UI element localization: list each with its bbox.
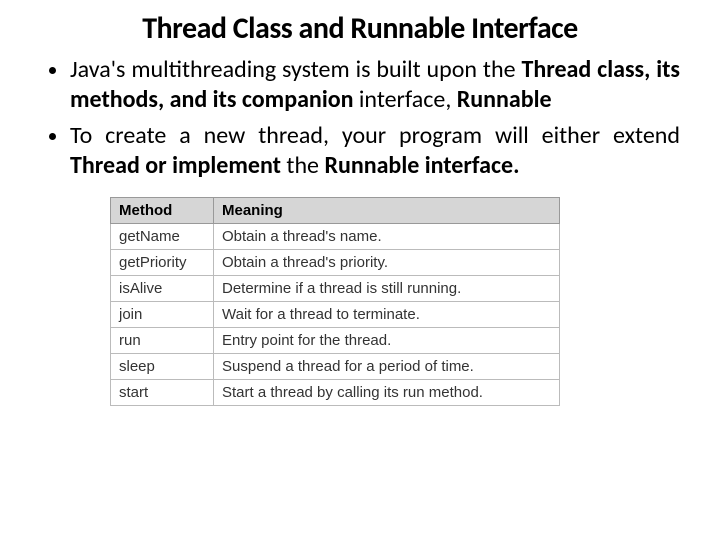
cell-meaning: Obtain a thread's priority.	[214, 250, 560, 276]
text-bold: Thread or implement	[70, 151, 281, 180]
text-bold: Runnable interface.	[324, 151, 519, 180]
cell-meaning: Entry point for the thread.	[214, 328, 560, 354]
slide: Thread Class and Runnable Interface Java…	[0, 0, 720, 426]
cell-method: join	[111, 302, 214, 328]
cell-method: sleep	[111, 354, 214, 380]
cell-method: getName	[111, 224, 214, 250]
page-title: Thread Class and Runnable Interface	[30, 10, 690, 47]
text: interface,	[354, 85, 457, 114]
bullet-item-2: To create a new thread, your program wil…	[70, 121, 680, 181]
methods-table-wrap: Method Meaning getNameObtain a thread's …	[110, 197, 560, 406]
col-header-meaning: Meaning	[214, 198, 560, 224]
table-row: joinWait for a thread to terminate.	[111, 302, 560, 328]
cell-meaning: Determine if a thread is still running.	[214, 276, 560, 302]
table-row: sleepSuspend a thread for a period of ti…	[111, 354, 560, 380]
text: To create a new thread, your program wil…	[70, 121, 680, 150]
cell-method: getPriority	[111, 250, 214, 276]
cell-meaning: Wait for a thread to terminate.	[214, 302, 560, 328]
text-bold: Runnable	[457, 85, 552, 114]
cell-meaning: Start a thread by calling its run method…	[214, 380, 560, 406]
table-row: runEntry point for the thread.	[111, 328, 560, 354]
table-row: startStart a thread by calling its run m…	[111, 380, 560, 406]
cell-method: start	[111, 380, 214, 406]
cell-method: isAlive	[111, 276, 214, 302]
cell-meaning: Obtain a thread's name.	[214, 224, 560, 250]
col-header-method: Method	[111, 198, 214, 224]
bullet-list: Java's multithreading system is built up…	[30, 55, 690, 181]
table-header-row: Method Meaning	[111, 198, 560, 224]
bullet-item-1: Java's multithreading system is built up…	[70, 55, 680, 115]
text: the	[281, 151, 324, 180]
table-row: isAliveDetermine if a thread is still ru…	[111, 276, 560, 302]
cell-method: run	[111, 328, 214, 354]
table-row: getPriorityObtain a thread's priority.	[111, 250, 560, 276]
cell-meaning: Suspend a thread for a period of time.	[214, 354, 560, 380]
text: Java's multithreading system is built up…	[70, 55, 521, 84]
methods-table: Method Meaning getNameObtain a thread's …	[110, 197, 560, 406]
table-row: getNameObtain a thread's name.	[111, 224, 560, 250]
